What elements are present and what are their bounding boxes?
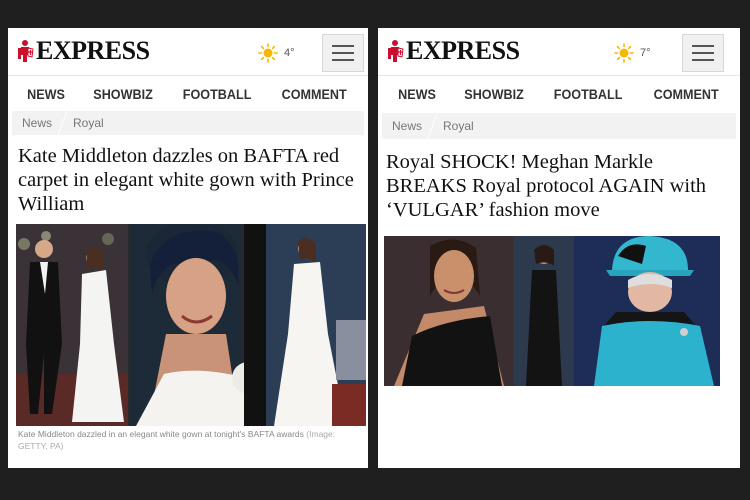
main-nav: NEWS SHOWBIZ FOOTBALL COMMENT bbox=[378, 78, 740, 110]
breadcrumb-news[interactable]: News bbox=[12, 116, 62, 130]
weather-widget[interactable]: 4° bbox=[258, 43, 295, 63]
crusader-logo-icon bbox=[388, 40, 404, 62]
nav-football[interactable]: FOOTBALL bbox=[183, 86, 252, 102]
article-photo-collage bbox=[384, 236, 720, 386]
breadcrumb: News Royal bbox=[12, 111, 364, 135]
main-nav: NEWS SHOWBIZ FOOTBALL COMMENT bbox=[8, 78, 368, 110]
crusader-logo-icon bbox=[18, 40, 34, 62]
hamburger-menu-button[interactable] bbox=[682, 34, 724, 72]
site-header: EXPRESS 4° bbox=[8, 28, 368, 76]
brand-name: EXPRESS bbox=[36, 36, 150, 65]
hamburger-icon-bar bbox=[692, 45, 714, 47]
brand-name: EXPRESS bbox=[406, 36, 520, 65]
nav-comment[interactable]: COMMENT bbox=[654, 86, 719, 102]
weather-widget[interactable]: 7° bbox=[614, 43, 651, 63]
nav-comment[interactable]: COMMENT bbox=[282, 86, 347, 102]
breadcrumb-news[interactable]: News bbox=[382, 119, 432, 133]
site-header: EXPRESS 7° bbox=[378, 28, 740, 76]
sun-icon bbox=[258, 43, 278, 63]
express-logo[interactable]: EXPRESS bbox=[386, 38, 520, 64]
hamburger-icon-bar bbox=[332, 45, 354, 47]
article-screenshot-left: EXPRESS 4° NEWS SHOWBIZ FOOTBALL COMMENT bbox=[8, 28, 368, 468]
caption-text: Kate Middleton dazzled in an elegant whi… bbox=[18, 429, 304, 439]
photo-caption: Kate Middleton dazzled in an elegant whi… bbox=[18, 428, 356, 452]
nav-showbiz[interactable]: SHOWBIZ bbox=[464, 86, 523, 102]
nav-news[interactable]: NEWS bbox=[398, 86, 436, 102]
hamburger-icon-bar bbox=[332, 52, 354, 54]
hamburger-icon-bar bbox=[692, 52, 714, 54]
nav-football[interactable]: FOOTBALL bbox=[554, 86, 623, 102]
breadcrumb: News Royal bbox=[382, 113, 736, 139]
hamburger-icon-bar bbox=[332, 59, 354, 61]
hamburger-menu-button[interactable] bbox=[322, 34, 364, 72]
temperature: 4° bbox=[284, 47, 295, 59]
breadcrumb-royal[interactable]: Royal bbox=[433, 119, 484, 133]
hamburger-icon-bar bbox=[692, 59, 714, 61]
express-logo[interactable]: EXPRESS bbox=[16, 38, 150, 64]
article-photo-collage bbox=[16, 224, 366, 426]
nav-showbiz[interactable]: SHOWBIZ bbox=[94, 86, 153, 102]
breadcrumb-royal[interactable]: Royal bbox=[63, 116, 114, 130]
article-headline[interactable]: Kate Middleton dazzles on BAFTA red carp… bbox=[18, 144, 354, 216]
collage-image bbox=[16, 224, 366, 426]
temperature: 7° bbox=[640, 47, 651, 59]
nav-news[interactable]: NEWS bbox=[28, 86, 66, 102]
collage-image bbox=[384, 236, 720, 386]
article-screenshot-right: EXPRESS 7° NEWS SHOWBIZ FOOTBALL COMMENT bbox=[378, 28, 740, 468]
sun-icon bbox=[614, 43, 634, 63]
article-headline[interactable]: Royal SHOCK! Meghan Markle BREAKS Royal … bbox=[386, 150, 726, 222]
